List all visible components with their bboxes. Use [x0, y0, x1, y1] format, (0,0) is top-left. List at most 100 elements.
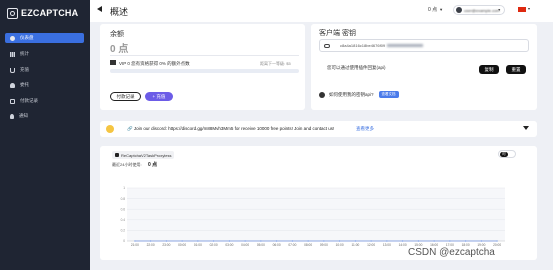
data-point [307, 240, 309, 242]
balance-title: 余额 [110, 31, 124, 38]
recharge-button[interactable]: + 充值 [145, 92, 173, 101]
calendar-icon [10, 98, 15, 104]
vip-icon [110, 60, 116, 65]
api-info-link[interactable]: 如何使用我的密钥api? [329, 92, 374, 98]
usage-chart: 1 0.8 0.6 0.4 0.2 0 21:00 22:00 23:00 00:00 01:00 0… [121, 186, 505, 247]
plugin-hint: 您可以通过使用插件回复(api) [327, 65, 386, 70]
language-flag-icon[interactable] [518, 7, 526, 12]
data-point [480, 240, 482, 242]
client-key-card: 客户端 密钥 c8a4a1816c18be4676f09 您可以通过使用插件回复… [311, 24, 537, 110]
back-arrow-icon[interactable] [97, 6, 102, 12]
chevron-down-icon[interactable]: ▾ [528, 6, 530, 11]
x-tick-label: 23:00 [162, 243, 170, 247]
vip-progress-bar [110, 69, 299, 73]
brand-name: EZCAPTCHA [21, 8, 79, 18]
next-level-text: 距离下一等级: $5 [260, 61, 291, 66]
x-tick-label: 21:00 [131, 243, 139, 247]
user-email: user@example.com [464, 7, 500, 13]
y-tick-label: 0.2 [121, 229, 126, 233]
docs-badge[interactable]: 查看文档 [378, 91, 399, 98]
chevron-down-icon: ▼ [439, 7, 444, 12]
y-tick-label: 0.8 [121, 197, 126, 201]
x-tick-label: 05:00 [257, 243, 265, 247]
cart-icon [10, 67, 15, 73]
sidebar-item-label: 通知 [19, 113, 28, 118]
sidebar-item-dashboard[interactable]: 仪表盘 [5, 33, 84, 43]
payment-history-button[interactable]: 付款记录 [110, 92, 141, 101]
data-point [402, 240, 404, 242]
y-tick-label: 1 [123, 186, 125, 190]
logo-icon [7, 7, 18, 19]
data-point [134, 240, 136, 242]
y-tick-label: 0.6 [121, 207, 126, 211]
x-tick-label: 14:00 [399, 243, 407, 247]
sidebar-item-payments[interactable]: 付款记录 [5, 96, 84, 106]
data-point [197, 240, 199, 242]
x-tick-label: 01:00 [194, 243, 202, 247]
avatar [456, 7, 462, 13]
sidebar-item-label: 付款记录 [20, 98, 38, 103]
sidebar: EZCAPTCHA 仪表盘 统计 充值 委托 付款记录 通知 [0, 0, 90, 270]
x-tick-label: 13:00 [383, 243, 391, 247]
data-point [339, 240, 341, 242]
data-point [433, 240, 435, 242]
x-tick-label: 10:00 [336, 243, 344, 247]
copy-button[interactable]: 复制 [479, 65, 499, 74]
announcement-text: 🔗 Join our discord: https://discord.gg/m… [127, 126, 335, 131]
data-point [181, 240, 183, 242]
x-tick-label: 03:00 [225, 243, 233, 247]
key-icon [324, 43, 330, 48]
data-point [386, 240, 388, 242]
vip-status: VIP 0 您有资格获得 0% 的额外点数 [119, 61, 190, 66]
data-point [244, 240, 246, 242]
x-tick-label: 22:00 [147, 243, 155, 247]
user-icon [10, 82, 15, 88]
data-point [465, 240, 467, 242]
x-tick-label: 07:00 [288, 243, 296, 247]
data-point [417, 240, 419, 242]
data-point [150, 240, 152, 242]
client-key-title: 客户端 密钥 [319, 30, 356, 37]
usage-chart-card: ReCaptchaV2TaskProxyless 最近24小时使用: 0 点 时… [100, 146, 537, 260]
api-info-row: 如何使用我的密钥api? 查看文档 [319, 91, 399, 98]
x-tick-label: 06:00 [273, 243, 281, 247]
y-tick-label: 0 [123, 239, 125, 243]
sidebar-item-stats[interactable]: 统计 [5, 49, 84, 59]
sidebar-item-label: 统计 [20, 51, 29, 56]
sidebar-item-recharge[interactable]: 充值 [5, 65, 84, 75]
x-tick-label: 11:00 [352, 243, 360, 247]
x-tick-label: 12:00 [367, 243, 375, 247]
x-tick-label: 08:00 [304, 243, 312, 247]
dashboard-icon [10, 35, 15, 41]
reset-button[interactable]: 重置 [506, 65, 526, 74]
data-point [354, 240, 356, 242]
view-more-link[interactable]: 查看更多 [356, 126, 374, 132]
divider [110, 55, 299, 56]
sidebar-item-label: 委托 [20, 82, 29, 87]
user-menu[interactable]: user@example.com ▼ [453, 5, 505, 15]
data-point [260, 240, 262, 242]
balance-amount: 0 点 [110, 44, 129, 55]
data-point [165, 240, 167, 242]
chevron-down-icon[interactable] [523, 126, 529, 130]
balance-card: 余额 0 点 VIP 0 您有资格获得 0% 的额外点数 距离下一等级: $5 … [100, 24, 305, 110]
data-point [496, 240, 498, 242]
top-bar: 概述 0 点 ▼ user@example.com ▼ ▾ [90, 0, 553, 22]
points-dropdown[interactable]: 0 点 ▼ [428, 6, 443, 13]
info-icon [319, 91, 325, 98]
announcement-bar: 🔗 Join our discord: https://discord.gg/m… [100, 121, 537, 137]
data-point [276, 240, 278, 242]
bell-icon [10, 113, 14, 119]
client-key-field[interactable]: c8a4a1816c18be4676f09 [319, 39, 529, 52]
sidebar-item-notifications[interactable]: 通知 [5, 111, 84, 121]
sidebar-item-label: 仪表盘 [20, 35, 34, 40]
watermark: CSDN @ezcaptcha [408, 247, 495, 258]
brand[interactable]: EZCAPTCHA [7, 6, 78, 20]
data-point [323, 240, 325, 242]
chevron-down-icon: ▼ [497, 8, 501, 12]
sidebar-item-affiliate[interactable]: 委托 [5, 80, 84, 90]
x-tick-label: 09:00 [320, 243, 328, 247]
x-tick-label: 00:00 [178, 243, 186, 247]
data-point [213, 240, 215, 242]
x-tick-label: 02:00 [210, 243, 218, 247]
